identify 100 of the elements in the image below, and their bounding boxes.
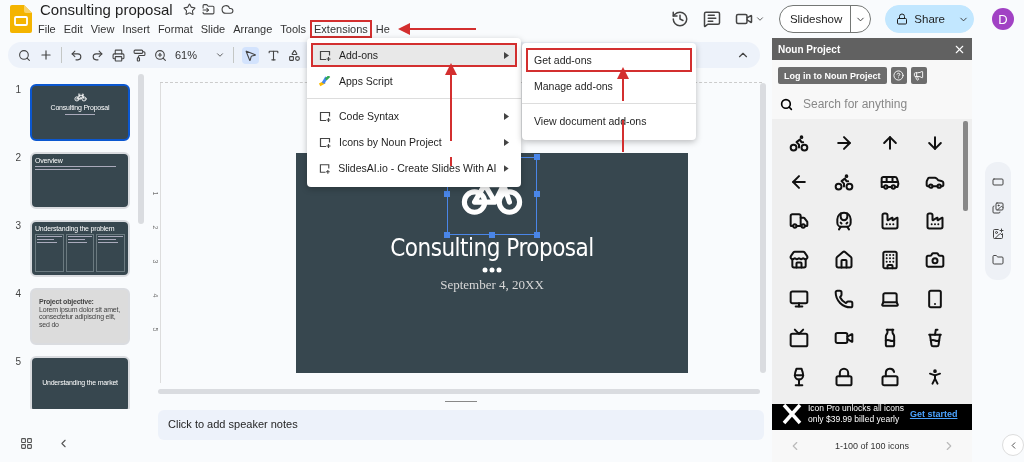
panel-title: Noun Project	[778, 43, 841, 55]
print-icon[interactable]	[112, 48, 125, 62]
menu-item[interactable]: File	[34, 19, 60, 38]
menu-item[interactable]: Edit	[59, 19, 87, 38]
unlocked-icon[interactable]	[879, 367, 900, 387]
menu-item[interactable]: Slide	[196, 19, 230, 38]
factory-icon[interactable]	[925, 211, 946, 231]
add-on-icon	[319, 49, 331, 61]
menu-item[interactable]: View	[86, 19, 119, 38]
search-icon[interactable]	[18, 48, 31, 62]
submenu-arrow-icon	[504, 51, 509, 59]
login-button[interactable]: Log in to Noun Project	[778, 67, 887, 84]
search-field[interactable]: Search for anything	[801, 96, 964, 112]
apps-script-icon	[319, 75, 331, 87]
slide-number: 5	[14, 356, 21, 367]
lock-icon[interactable]	[834, 367, 855, 387]
slide-number: 1	[14, 84, 21, 95]
undo-icon[interactable]	[70, 48, 83, 62]
announcement-button[interactable]	[910, 67, 927, 84]
document-title[interactable]: Consulting proposal	[40, 0, 173, 18]
add-on-icon	[319, 110, 331, 122]
speaker-notes-field[interactable]: Click to add speaker notes	[158, 410, 764, 440]
truck-icon[interactable]	[788, 211, 809, 231]
submenu-arrow-icon	[504, 164, 509, 172]
menu-item[interactable]: Apps Script	[311, 69, 517, 93]
menu-item[interactable]: Add-ons	[311, 43, 517, 67]
share-button[interactable]: Share	[886, 6, 953, 32]
resize-handle[interactable]	[534, 232, 540, 238]
submenu-arrow-icon	[504, 138, 509, 146]
resize-handle[interactable]	[489, 232, 495, 238]
menu-item[interactable]: Icons by Noun Project	[311, 130, 517, 154]
slideshow-split-button[interactable]: Slideshow	[778, 5, 872, 33]
slideshow-button[interactable]: Slideshow	[779, 6, 851, 32]
bicycle-icon[interactable]	[788, 133, 809, 153]
laptop-icon[interactable]	[879, 289, 900, 309]
promo-text: only $39.99 billed yearly	[808, 414, 901, 426]
lock-icon	[896, 13, 909, 25]
caret-icon[interactable]	[215, 50, 226, 60]
plus-icon[interactable]	[39, 48, 53, 62]
camera-icon[interactable]	[925, 250, 946, 270]
train-icon[interactable]	[834, 211, 855, 231]
select-tool[interactable]	[242, 46, 260, 64]
slide-number: 2	[14, 152, 21, 163]
menu-item[interactable]: Tools	[276, 19, 310, 38]
star-icon[interactable]	[182, 2, 196, 16]
bicycle-icon[interactable]	[834, 172, 855, 192]
text-box-icon[interactable]	[267, 48, 281, 62]
slide-title: Consulting Proposal	[390, 235, 594, 262]
image-icon[interactable]	[992, 228, 1004, 240]
resize-handle[interactable]	[534, 191, 540, 197]
slide-number: 4	[14, 288, 21, 299]
menu-item[interactable]: Insert	[118, 19, 154, 38]
cloud-icon[interactable]	[220, 2, 234, 16]
promo-text: Icon Pro unlocks all icons	[808, 402, 904, 414]
images-icon[interactable]	[992, 202, 1004, 214]
resize-handle[interactable]	[444, 191, 450, 197]
rectangle-icon[interactable]	[992, 176, 1004, 188]
monitor-icon[interactable]	[788, 289, 809, 309]
move-folder-icon[interactable]	[201, 2, 215, 16]
bicycle-icon	[73, 93, 87, 102]
add-on-icon	[319, 136, 331, 148]
zoom-level[interactable]: 61%	[175, 49, 198, 61]
user-avatar[interactable]: D	[992, 8, 1014, 30]
menu-item[interactable]: Arrange	[229, 19, 277, 38]
factory-icon[interactable]	[879, 211, 900, 231]
paint-format-icon[interactable]	[133, 48, 146, 62]
shapes-icon[interactable]	[288, 48, 302, 62]
crossed-pencils-icon	[782, 403, 802, 425]
menu-item[interactable]: He	[371, 19, 394, 38]
tv-icon[interactable]	[788, 328, 809, 348]
menu-item[interactable]: Format	[153, 19, 197, 38]
grid-view-icon[interactable]	[20, 437, 33, 450]
menu-item[interactable]: SlidesAI.io - Create Slides With AI	[311, 156, 517, 180]
redo-icon[interactable]	[91, 48, 104, 62]
store-icon[interactable]	[788, 250, 809, 270]
get-started-link[interactable]: Get started	[909, 409, 958, 419]
resize-handle[interactable]	[444, 232, 450, 238]
add-on-icon	[319, 162, 331, 174]
submenu-arrow-icon	[504, 112, 509, 120]
menu-item[interactable]: Manage add-ons	[526, 74, 692, 98]
house-icon[interactable]	[834, 250, 855, 270]
menu-item[interactable]: Code Syntax	[311, 104, 517, 128]
version-history-icon[interactable]	[670, 10, 689, 28]
menu-item[interactable]: Get add-ons	[526, 48, 692, 72]
building-icon[interactable]	[879, 250, 900, 270]
pagination-text: 1-100 of 100 icons	[834, 441, 910, 451]
folder-icon[interactable]	[992, 254, 1004, 266]
slide-number: 3	[14, 220, 21, 231]
share-split-button[interactable]: Share	[885, 5, 974, 33]
comments-icon[interactable]	[702, 10, 721, 28]
menu-item[interactable]: View document add-ons	[526, 109, 692, 133]
resize-handle[interactable]	[534, 154, 540, 160]
slide-date: September 4, 20XX	[440, 277, 544, 294]
help-button[interactable]	[890, 67, 907, 84]
dots-icon	[482, 267, 502, 274]
menu-item[interactable]: Extensions	[310, 19, 372, 38]
phone-icon[interactable]	[834, 289, 855, 309]
zoom-icon[interactable]	[154, 48, 167, 62]
caret-icon[interactable]	[754, 14, 765, 24]
search-icon	[780, 97, 793, 111]
